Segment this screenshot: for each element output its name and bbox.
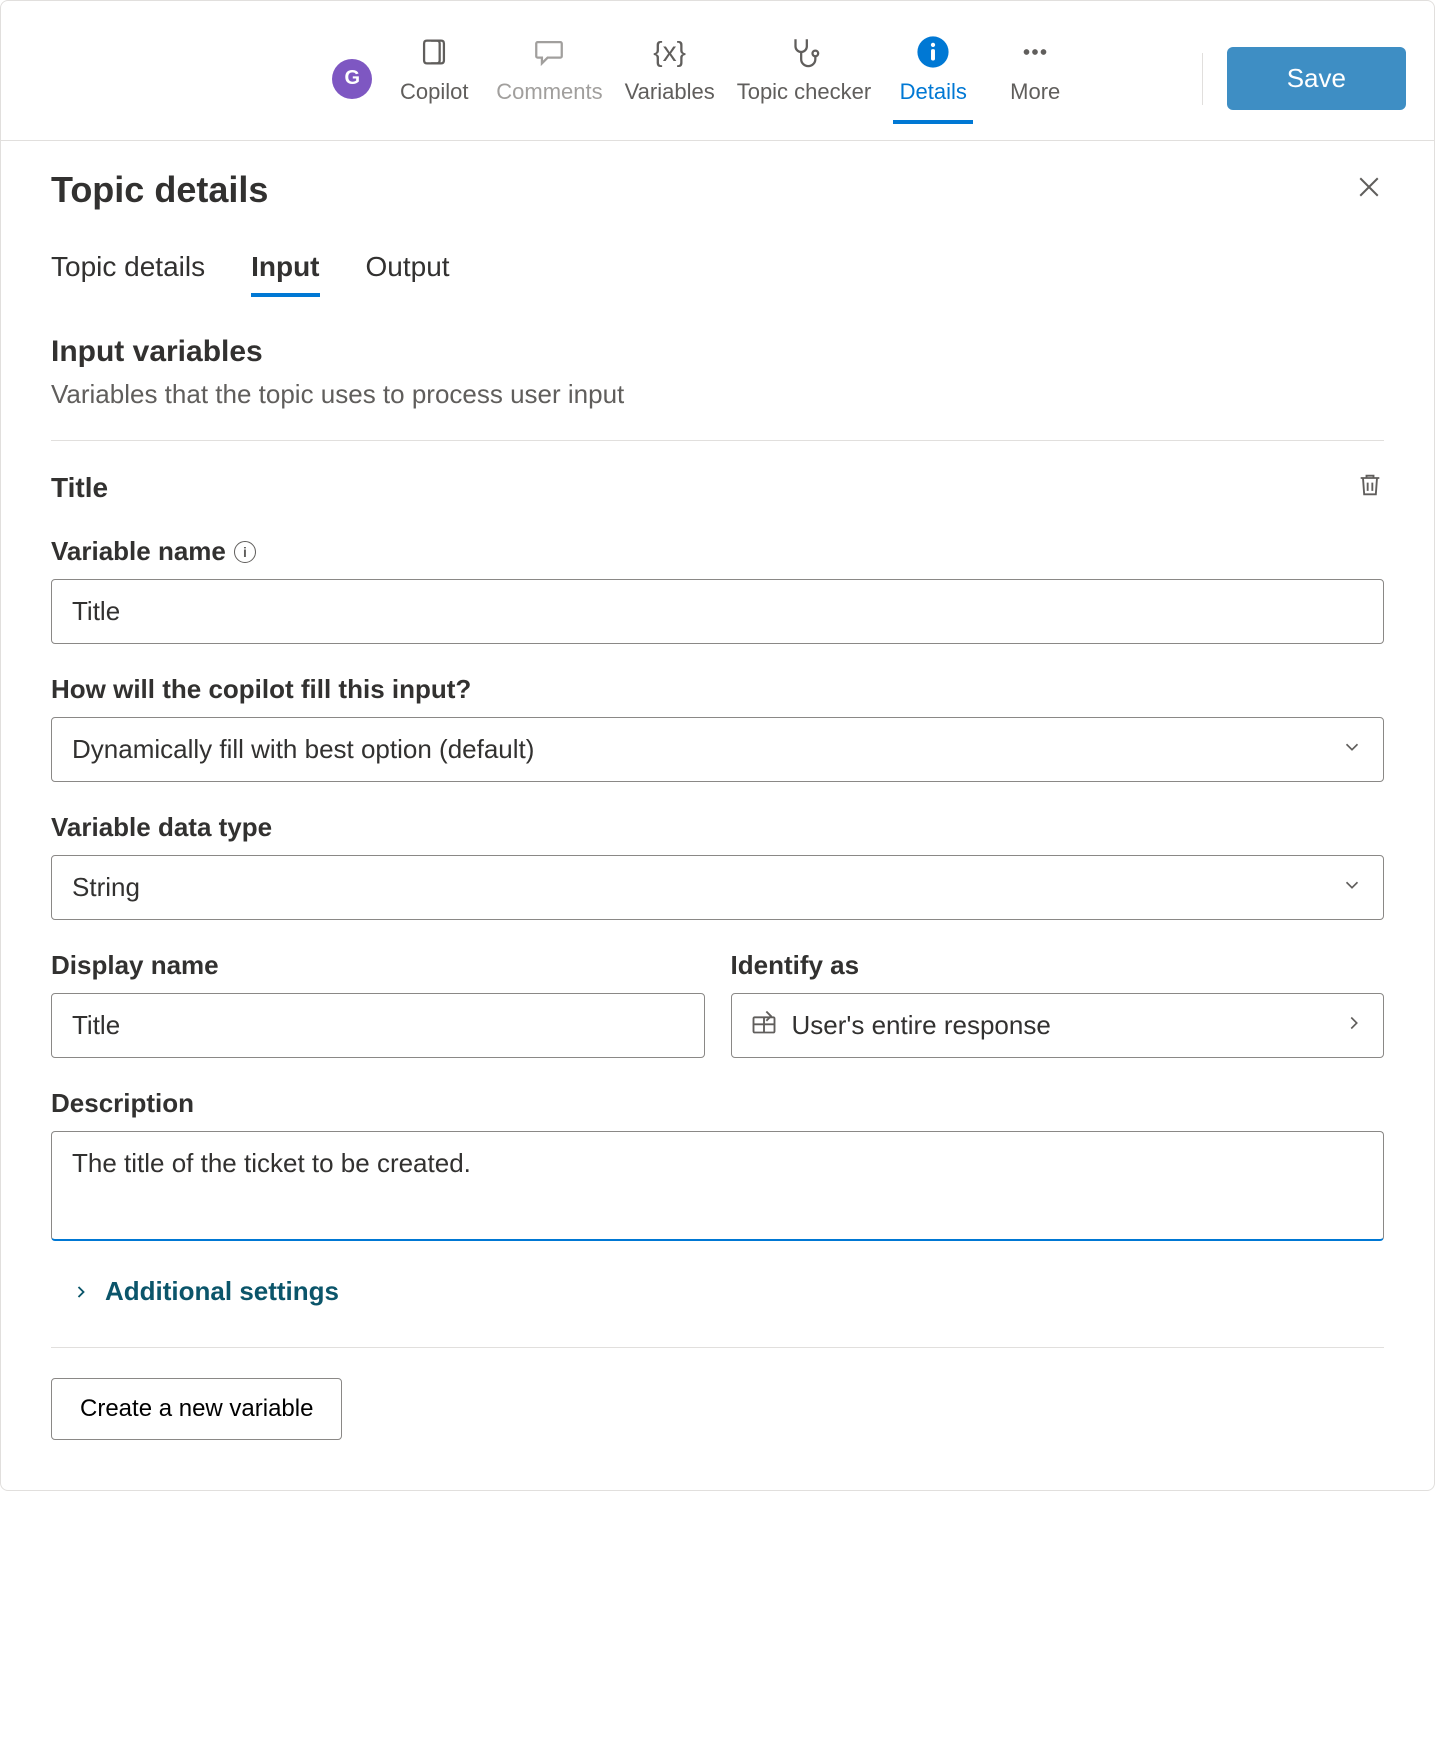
close-button[interactable] (1354, 172, 1384, 208)
variable-name-input[interactable] (51, 579, 1384, 644)
chevron-down-icon (1341, 872, 1363, 903)
datatype-value: String (72, 872, 140, 903)
identify-as-value: User's entire response (792, 1010, 1051, 1041)
display-name-input[interactable] (51, 993, 705, 1058)
toolbar-item-details[interactable]: Details (893, 35, 973, 123)
section-subtitle: Variables that the topic uses to process… (51, 379, 1384, 410)
toolbar-item-more[interactable]: More (995, 35, 1075, 123)
display-name-label: Display name (51, 950, 705, 981)
toolbar-item-label: Comments (496, 79, 602, 105)
panel-tabs: Topic details Input Output (51, 251, 1384, 295)
tab-topic-details[interactable]: Topic details (51, 251, 205, 295)
user-avatar[interactable]: G (332, 59, 372, 99)
description-input[interactable] (51, 1131, 1384, 1241)
create-variable-button[interactable]: Create a new variable (51, 1378, 342, 1440)
separator (51, 1347, 1384, 1348)
identify-as-label: Identify as (731, 950, 1385, 981)
toolbar-item-label: More (1010, 79, 1060, 105)
separator (51, 440, 1384, 441)
toolbar-item-topic-checker[interactable]: Topic checker (737, 35, 872, 123)
toolbar-item-label: Topic checker (737, 79, 872, 105)
info-icon[interactable]: i (234, 541, 256, 563)
toolbar-item-variables[interactable]: {x} Variables (625, 35, 715, 123)
stethoscope-icon (787, 35, 821, 69)
toolbar-divider (1202, 53, 1203, 105)
delete-variable-button[interactable] (1356, 471, 1384, 504)
info-icon (916, 35, 950, 69)
datatype-select[interactable]: String (51, 855, 1384, 920)
datatype-label: Variable data type (51, 812, 1384, 843)
panel-title: Topic details (51, 169, 268, 211)
fill-method-label: How will the copilot fill this input? (51, 674, 1384, 705)
details-panel: Topic details Topic details Input Output… (1, 141, 1434, 1490)
variables-icon: {x} (653, 35, 687, 69)
toolbar: G Copilot Comments (1, 1, 1434, 141)
toolbar-item-label: Copilot (400, 79, 468, 105)
toolbar-item-label: Details (900, 79, 967, 105)
tab-output[interactable]: Output (366, 251, 450, 295)
identify-as-button[interactable]: User's entire response (731, 993, 1385, 1058)
variable-name-label: Variable name i (51, 536, 1384, 567)
additional-settings-expander[interactable]: Additional settings (71, 1276, 1384, 1307)
chevron-right-icon (1343, 1010, 1365, 1041)
entity-icon (750, 1008, 778, 1043)
toolbar-item-comments[interactable]: Comments (496, 35, 602, 123)
toolbar-item-label: Variables (625, 79, 715, 105)
section-title: Input variables (51, 335, 1384, 369)
fill-method-value: Dynamically fill with best option (defau… (72, 734, 534, 765)
description-label: Description (51, 1088, 1384, 1119)
fill-method-select[interactable]: Dynamically fill with best option (defau… (51, 717, 1384, 782)
comment-icon (532, 35, 566, 69)
variable-title: Title (51, 472, 108, 504)
copilot-icon (417, 35, 451, 69)
save-button[interactable]: Save (1227, 47, 1406, 110)
more-icon (1018, 35, 1052, 69)
chevron-down-icon (1341, 734, 1363, 765)
tab-input[interactable]: Input (251, 251, 319, 295)
toolbar-item-copilot[interactable]: Copilot (394, 35, 474, 123)
